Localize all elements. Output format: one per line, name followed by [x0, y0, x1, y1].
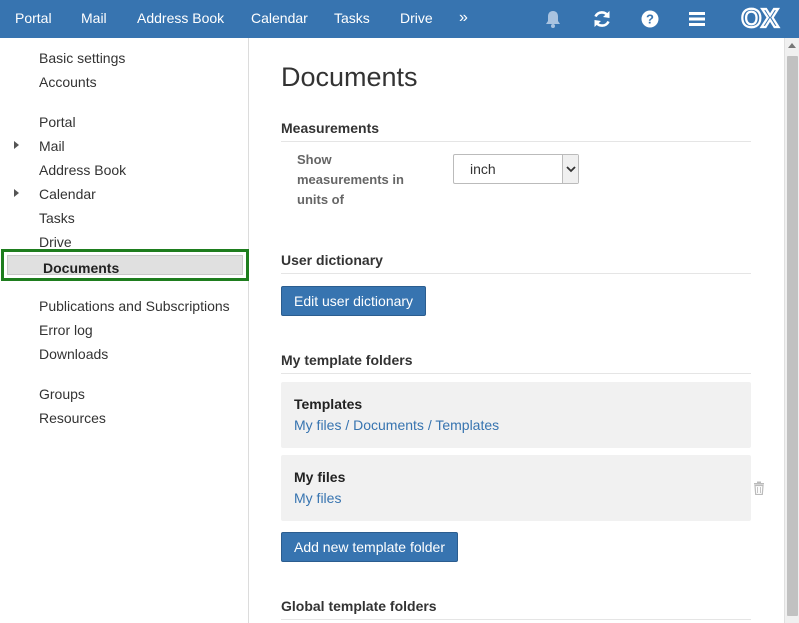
hamburger-menu-icon[interactable]: [686, 8, 708, 30]
refresh-icon[interactable]: [591, 8, 613, 30]
sidebar-item-address-book[interactable]: Address Book: [39, 159, 126, 181]
page-title: Documents: [281, 62, 418, 92]
template-folder-card: Templates My files / Documents / Templat…: [281, 382, 751, 448]
bell-icon[interactable]: [542, 8, 564, 30]
divider: [281, 373, 751, 374]
svg-text:OX: OX: [741, 6, 779, 30]
nav-calendar[interactable]: Calendar: [251, 0, 308, 38]
top-navigation-bar: Portal Mail Address Book Calendar Tasks …: [0, 0, 799, 38]
template-folder-path-link[interactable]: My files / Documents / Templates: [294, 417, 499, 433]
svg-text:?: ?: [646, 12, 654, 27]
sidebar-item-tasks[interactable]: Tasks: [39, 207, 75, 229]
chevron-down-icon: [566, 166, 576, 173]
ox-logo: OX: [740, 6, 780, 30]
nav-portal[interactable]: Portal: [15, 0, 52, 38]
sidebar-item-downloads[interactable]: Downloads: [39, 343, 108, 365]
measurement-unit-value: inch: [470, 161, 496, 177]
measurements-heading: Measurements: [281, 120, 380, 136]
expand-mail-icon[interactable]: [14, 141, 19, 149]
template-folder-card: My files My files: [281, 455, 764, 521]
sidebar-item-accounts[interactable]: Accounts: [39, 71, 97, 93]
sidebar-item-documents-label: Documents: [43, 260, 120, 276]
global-template-folders-heading: Global template folders: [281, 598, 437, 614]
sidebar-item-groups[interactable]: Groups: [39, 383, 85, 405]
template-folders-heading: My template folders: [281, 352, 413, 368]
nav-mail[interactable]: Mail: [81, 0, 107, 38]
sidebar-item-calendar[interactable]: Calendar: [39, 183, 96, 205]
expand-calendar-icon[interactable]: [14, 189, 19, 197]
nav-drive[interactable]: Drive: [400, 0, 433, 38]
divider: [281, 273, 751, 274]
user-dictionary-heading: User dictionary: [281, 252, 383, 268]
sidebar-item-mail[interactable]: Mail: [39, 135, 65, 157]
measurement-unit-select[interactable]: inch: [453, 154, 579, 184]
settings-sidebar: Basic settings Accounts Portal Mail Addr…: [0, 38, 249, 623]
divider: [281, 141, 751, 142]
settings-content: Documents Measurements Show measurements…: [249, 38, 784, 623]
template-folder-name: Templates: [294, 396, 363, 412]
selected-highlight: Documents: [7, 255, 243, 276]
divider: [281, 619, 751, 620]
nav-tasks[interactable]: Tasks: [334, 0, 370, 38]
select-arrow[interactable]: [562, 155, 578, 183]
nav-more[interactable]: »: [459, 0, 468, 38]
sidebar-item-resources[interactable]: Resources: [39, 407, 106, 429]
nav-address-book[interactable]: Address Book: [137, 0, 224, 38]
content-scrollbar[interactable]: [784, 38, 799, 623]
sidebar-item-error-log[interactable]: Error log: [39, 319, 93, 341]
trash-icon[interactable]: [753, 481, 765, 495]
add-template-folder-button[interactable]: Add new template folder: [281, 532, 458, 562]
sidebar-item-portal[interactable]: Portal: [39, 111, 76, 133]
template-folder-name: My files: [294, 469, 346, 485]
measurements-label: Show measurements in units of: [297, 152, 404, 207]
scroll-up-arrow-icon[interactable]: [788, 43, 796, 48]
template-folder-path-link[interactable]: My files: [294, 490, 341, 506]
sidebar-item-publications[interactable]: Publications and Subscriptions: [39, 295, 230, 317]
sidebar-item-documents[interactable]: Documents: [1, 249, 249, 281]
help-icon[interactable]: ?: [639, 8, 661, 30]
scrollbar-thumb[interactable]: [787, 56, 798, 616]
sidebar-item-basic-settings[interactable]: Basic settings: [39, 47, 125, 69]
edit-user-dictionary-button[interactable]: Edit user dictionary: [281, 286, 427, 316]
